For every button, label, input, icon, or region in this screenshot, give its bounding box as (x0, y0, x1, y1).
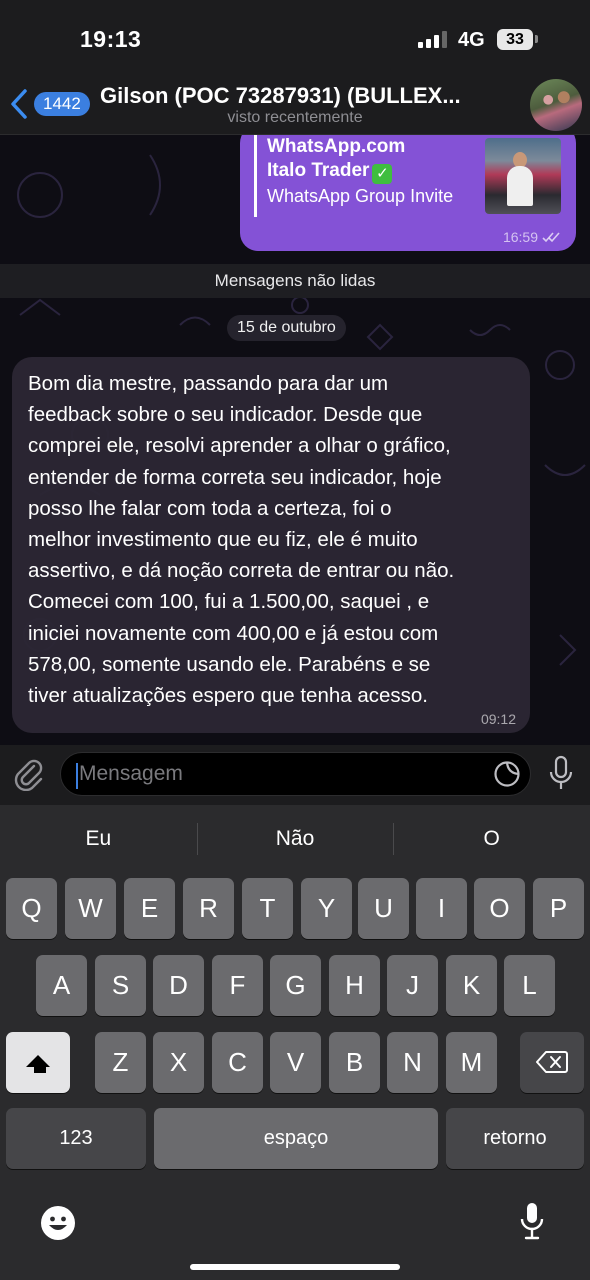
shift-key[interactable] (6, 1032, 70, 1093)
key-n[interactable]: N (387, 1032, 438, 1093)
key-i[interactable]: I (416, 878, 467, 939)
key-c[interactable]: C (212, 1032, 263, 1093)
emoji-icon[interactable] (40, 1205, 76, 1241)
chat-area[interactable]: WhatsApp.com Italo Trader ✓ WhatsApp Grou… (0, 135, 590, 745)
check-mark-icon: ✓ (372, 164, 393, 184)
key-l[interactable]: L (504, 955, 555, 1016)
key-d[interactable]: D (153, 955, 204, 1016)
incoming-message[interactable]: Bom dia mestre, passando para dar um fee… (12, 357, 530, 733)
dictation-mic-icon[interactable] (519, 1201, 545, 1241)
key-h[interactable]: H (329, 955, 380, 1016)
contact-name[interactable]: Gilson (POC 73287931) (BULLEX... (100, 83, 510, 109)
cellular-signal-icon (418, 30, 447, 48)
unread-count-badge: 1442 (34, 92, 90, 116)
suggestion-bar: Eu Não O (0, 805, 590, 870)
message-text: Bom dia mestre, passando para dar um fee… (28, 372, 455, 708)
key-r[interactable]: R (183, 878, 234, 939)
key-u[interactable]: U (358, 878, 409, 939)
key-q[interactable]: Q (6, 878, 57, 939)
paperclip-icon[interactable] (12, 757, 46, 791)
avatar[interactable] (530, 79, 582, 131)
key-y[interactable]: Y (301, 878, 352, 939)
key-t[interactable]: T (242, 878, 293, 939)
link-preview[interactable]: WhatsApp.com Italo Trader ✓ WhatsApp Grou… (254, 135, 564, 217)
home-indicator[interactable] (190, 1264, 400, 1270)
battery-icon: 33 (497, 29, 533, 50)
sticker-icon[interactable] (493, 760, 521, 788)
link-preview-thumbnail (485, 138, 561, 214)
unread-divider: Mensagens não lidas (0, 264, 590, 298)
key-v[interactable]: V (270, 1032, 321, 1093)
clock: 19:13 (80, 26, 142, 52)
key-a[interactable]: A (36, 955, 87, 1016)
key-b[interactable]: B (329, 1032, 380, 1093)
key-x[interactable]: X (153, 1032, 204, 1093)
message-time: 16:59 (502, 229, 538, 245)
numbers-key[interactable]: 123 (6, 1108, 146, 1169)
back-button[interactable]: 1442 (8, 88, 90, 120)
outgoing-message[interactable]: WhatsApp.com Italo Trader ✓ WhatsApp Grou… (240, 135, 576, 251)
key-f[interactable]: F (212, 955, 263, 1016)
date-pill: 15 de outubro (227, 315, 346, 341)
message-time: 09:12 (480, 711, 516, 727)
network-type: 4G (458, 29, 485, 51)
suggestion-item[interactable]: Eu (0, 805, 197, 870)
text-cursor (76, 763, 78, 789)
key-j[interactable]: J (387, 955, 438, 1016)
double-check-icon (542, 232, 560, 243)
message-meta: 16:59 (503, 229, 562, 245)
key-z[interactable]: Z (95, 1032, 146, 1093)
key-p[interactable]: P (533, 878, 584, 939)
return-key[interactable]: retorno (446, 1108, 584, 1169)
contact-status: visto recentemente (227, 109, 363, 126)
chevron-left-icon (11, 89, 27, 119)
message-input[interactable] (60, 752, 531, 796)
key-g[interactable]: G (270, 955, 321, 1016)
key-e[interactable]: E (124, 878, 175, 939)
suggestion-item[interactable]: Não (196, 805, 394, 870)
space-key[interactable]: espaço (154, 1108, 438, 1169)
battery-tip (535, 35, 538, 43)
key-w[interactable]: W (65, 878, 116, 939)
backspace-icon (536, 1051, 568, 1073)
delete-key[interactable] (520, 1032, 584, 1093)
microphone-icon[interactable] (547, 755, 575, 793)
composer-bar (0, 745, 590, 805)
chat-header: 1442 Gilson (POC 73287931) (BULLEX... vi… (0, 79, 590, 135)
key-s[interactable]: S (95, 955, 146, 1016)
key-k[interactable]: K (446, 955, 497, 1016)
suggestion-item[interactable]: O (393, 805, 590, 870)
key-m[interactable]: M (446, 1032, 497, 1093)
key-o[interactable]: O (474, 878, 525, 939)
status-bar: 19:13 4G 33 (0, 0, 590, 80)
keyboard: Eu Não O Q W E R T Y U I O P A S D F G H… (0, 805, 590, 1280)
